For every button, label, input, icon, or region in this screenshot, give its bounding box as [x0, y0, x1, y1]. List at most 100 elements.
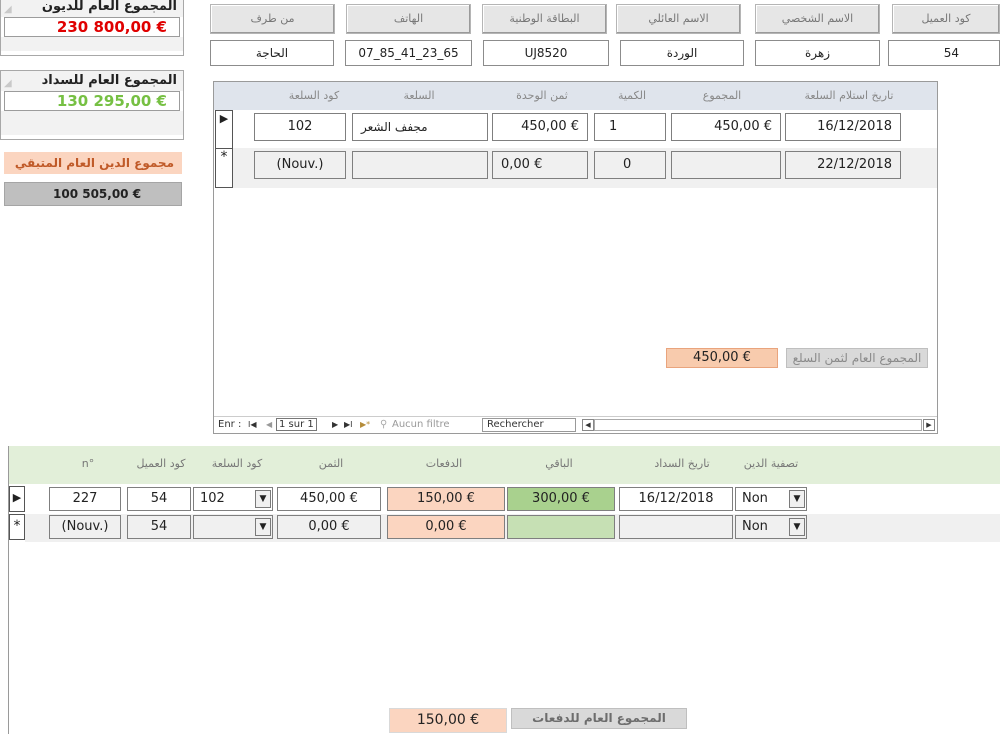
qty-cell[interactable]: 0 [594, 151, 666, 179]
col-n: n° [81, 457, 95, 470]
total-cell[interactable]: 450,00 € [671, 113, 781, 141]
col-price: الثمن [318, 457, 344, 470]
search-box[interactable]: Rechercher [482, 418, 576, 432]
payments-summary-title: المجموع العام للسداد [41, 73, 177, 88]
payments-total-label: المجموع العام للدفعات [511, 708, 687, 729]
panel-footer [1, 37, 183, 51]
pay-date-cell[interactable] [619, 515, 733, 539]
first-name-field[interactable]: زهرة [755, 40, 880, 66]
filter-icon: ⚲ [380, 419, 388, 430]
record-label: Enr : [218, 419, 242, 430]
hscroll-left-icon[interactable]: ◀ [582, 419, 594, 431]
new-record-icon[interactable]: ▶* [360, 420, 370, 429]
remaining-debt-label: مجموع الدين العام المتبقي [4, 152, 182, 174]
payments-total-field[interactable]: 130 295,00 € [4, 91, 180, 111]
last-record-icon[interactable]: ▶I [344, 420, 353, 429]
col-payments: الدفعات [425, 457, 463, 470]
payments-summary-panel: ◢ المجموع العام للسداد 130 295,00 € [0, 70, 184, 140]
n-cell[interactable]: (Nouv.) [49, 515, 121, 539]
corner-triangle-icon: ◢ [4, 78, 12, 89]
col-remaining: الباقي [545, 457, 573, 470]
settle-combo[interactable]: Non ▼ [735, 487, 807, 511]
n-cell[interactable]: 227 [49, 487, 121, 511]
item-code-cell[interactable]: (Nouv.) [254, 151, 346, 179]
date-cell[interactable]: 16/12/2018 [785, 113, 901, 141]
horizontal-scrollbar[interactable] [594, 419, 922, 431]
item-cell[interactable]: مجفف الشعر [352, 113, 488, 141]
price-cell[interactable]: 0,00 € [277, 515, 381, 539]
customer-code-cell[interactable]: 54 [127, 515, 191, 539]
first-record-icon[interactable]: I◀ [248, 420, 257, 429]
debts-summary-title: المجموع العام للديون [41, 0, 177, 14]
payments-cell[interactable]: 150,00 € [387, 487, 505, 511]
dropdown-arrow-icon[interactable]: ▼ [255, 490, 271, 508]
row-selector-new[interactable]: * [9, 514, 25, 540]
next-record-icon[interactable]: ▶ [332, 420, 338, 429]
prev-record-icon[interactable]: ◀ [266, 420, 272, 429]
customer-code-field[interactable]: 54 [888, 40, 1000, 66]
label-first-name: الاسم الشخصي [755, 4, 880, 34]
col-qty: الكمية [617, 89, 647, 102]
col-item: السلعة [403, 89, 435, 102]
settle-combo-value: Non [742, 519, 768, 534]
remaining-cell[interactable]: 300,00 € [507, 487, 615, 511]
date-cell[interactable]: 22/12/2018 [785, 151, 901, 179]
filter-status[interactable]: Aucun filtre [392, 419, 450, 430]
payments-header-row: n° كود العميل كود السلعة الثمن الدفعات ا… [9, 446, 1000, 484]
label-family-name: الاسم العائلي [616, 4, 741, 34]
customer-code-cell[interactable]: 54 [127, 487, 191, 511]
payments-summary-title-bar: ◢ المجموع العام للسداد [1, 71, 183, 91]
payments-cell[interactable]: 0,00 € [387, 515, 505, 539]
debts-summary-panel: ◢ المجموع العام للديون 230 800,00 € [0, 0, 184, 56]
item-code-combo[interactable]: 102 ▼ [193, 487, 273, 511]
label-by: من طرف [210, 4, 335, 34]
col-date: تاريخ استلام السلعة [804, 89, 894, 102]
col-unit-price: ثمن الوحدة [516, 89, 568, 102]
remaining-cell[interactable] [507, 515, 615, 539]
total-cell[interactable] [671, 151, 781, 179]
col-pay-date: تاريخ السداد [654, 457, 710, 470]
national-id-field[interactable]: UJ8520 [483, 40, 609, 66]
col-settle: تصفية الدين [743, 457, 799, 470]
corner-triangle-icon: ◢ [4, 4, 12, 15]
row-selector-new[interactable]: * [215, 148, 233, 188]
col-item-code: كود السلعة [211, 457, 263, 470]
record-navigator: Enr : I◀ ◀ 1 sur 1 ▶ ▶I ▶* ⚲ Aucun filtr… [214, 416, 937, 433]
qty-cell[interactable]: 1 [594, 113, 666, 141]
settle-combo[interactable]: Non ▼ [735, 515, 807, 539]
dropdown-arrow-icon[interactable]: ▼ [789, 490, 805, 508]
pay-date-cell[interactable]: 16/12/2018 [619, 487, 733, 511]
remaining-debt-value[interactable]: 100 505,00 € [4, 182, 182, 206]
row-selector[interactable]: ▶ [215, 110, 233, 150]
dropdown-arrow-icon[interactable]: ▼ [789, 518, 805, 536]
item-code-combo[interactable]: ▼ [193, 515, 273, 539]
family-name-field[interactable]: الوردة [620, 40, 744, 66]
dropdown-arrow-icon[interactable]: ▼ [255, 518, 271, 536]
unit-price-cell[interactable]: 0,00 € [492, 151, 588, 179]
label-customer-code: كود العميل [892, 4, 1000, 34]
debts-total-field[interactable]: 230 800,00 € [4, 17, 180, 37]
phone-field[interactable]: 07_85_41_23_65 [345, 40, 472, 66]
settle-combo-value: Non [742, 491, 768, 506]
item-code-combo-value: 102 [200, 491, 225, 506]
hscroll-right-icon[interactable]: ▶ [923, 419, 935, 431]
item-code-cell[interactable]: 102 [254, 113, 346, 141]
record-position[interactable]: 1 sur 1 [276, 418, 317, 431]
by-field[interactable]: الحاجة [210, 40, 334, 66]
goods-total-label: المجموع العام لثمن السلع [786, 348, 928, 368]
payments-subform: n° كود العميل كود السلعة الثمن الدفعات ا… [8, 446, 1000, 734]
label-national-id: البطاقة الوطنية [482, 4, 607, 34]
goods-header-row: كود السلعة السلعة ثمن الوحدة الكمية المج… [214, 82, 937, 110]
goods-subform: كود السلعة السلعة ثمن الوحدة الكمية المج… [213, 81, 938, 434]
unit-price-cell[interactable]: 450,00 € [492, 113, 588, 141]
price-cell[interactable]: 450,00 € [277, 487, 381, 511]
col-total: المجموع [702, 89, 742, 102]
col-customer-code: كود العميل [136, 457, 186, 470]
item-cell[interactable] [352, 151, 488, 179]
row-selector[interactable]: ▶ [9, 486, 25, 512]
goods-total-value[interactable]: 450,00 € [666, 348, 778, 368]
label-phone: الهاتف [346, 4, 471, 34]
debts-summary-title-bar: ◢ المجموع العام للديون [1, 0, 183, 17]
payments-total-value[interactable]: 150,00 € [389, 708, 507, 733]
panel-footer [1, 111, 183, 135]
